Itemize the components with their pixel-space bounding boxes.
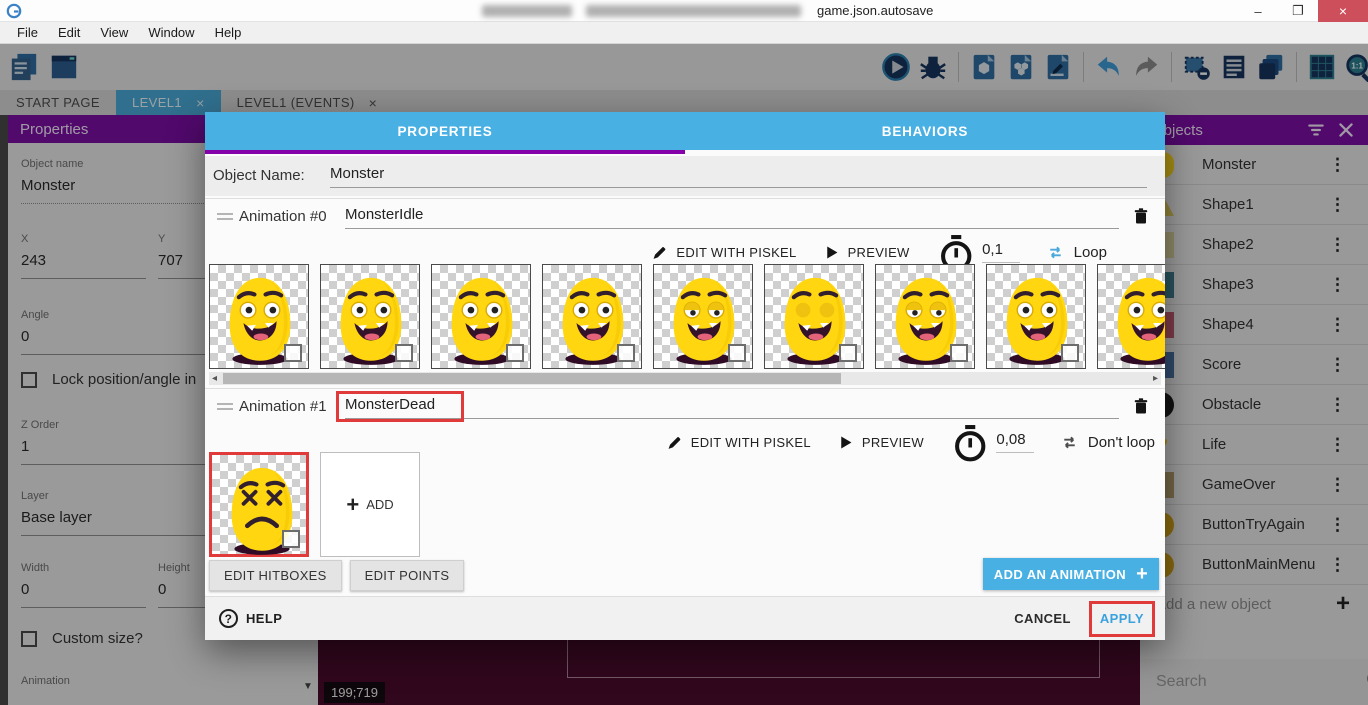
loop-toggle[interactable]: Don't loop xyxy=(1060,433,1155,452)
menu-edit[interactable]: Edit xyxy=(49,23,89,42)
animation-frame-open[interactable] xyxy=(986,264,1086,369)
plus-icon: + xyxy=(346,496,359,514)
tab-behaviors[interactable]: BEHAVIORS xyxy=(685,112,1165,150)
play-triangle-icon xyxy=(823,244,840,261)
object-editor-dialog: PROPERTIES BEHAVIORS Object Name: Monste… xyxy=(205,112,1165,640)
frame-corner-box xyxy=(728,344,746,362)
help-button[interactable]: ? HELP xyxy=(219,609,282,628)
loop-toggle[interactable]: Loop xyxy=(1046,243,1107,262)
window-title-text: game.json.autosave xyxy=(817,3,933,18)
frame-corner-box xyxy=(617,344,635,362)
preview-button[interactable]: PREVIEW xyxy=(837,434,924,451)
gdevelop-logo-icon xyxy=(6,3,22,19)
dialog-tab-bar: PROPERTIES BEHAVIORS xyxy=(205,112,1165,150)
restore-button[interactable]: ❐ xyxy=(1278,0,1318,22)
window-title: game.json.autosave xyxy=(482,3,933,18)
object-name-row: Object Name: Monster xyxy=(205,156,1165,196)
animation-frame-open[interactable] xyxy=(320,264,420,369)
redacted-title-segment xyxy=(586,5,801,17)
delete-animation-0-icon[interactable] xyxy=(1131,206,1151,228)
active-tab-underline xyxy=(205,150,685,154)
edit-hitboxes-button[interactable]: EDIT HITBOXES xyxy=(209,560,342,591)
animation-frame-open[interactable] xyxy=(209,264,309,369)
animation-frame-half[interactable] xyxy=(653,264,753,369)
dialog-object-name-label: Object Name: xyxy=(213,167,305,184)
menu-window[interactable]: Window xyxy=(139,23,203,42)
animation-frame-closed[interactable] xyxy=(764,264,864,369)
delete-animation-1-icon[interactable] xyxy=(1131,396,1151,418)
menu-bar: FileEditViewWindowHelp xyxy=(0,22,1368,44)
question-mark-icon: ? xyxy=(219,609,238,628)
frame-corner-box xyxy=(950,344,968,362)
gdevelop-window: game.json.autosave – ❐ × FileEditViewWin… xyxy=(0,0,1368,705)
scroll-left-arrow-icon[interactable]: ◂ xyxy=(212,372,217,385)
edit-with-piskel-button[interactable]: EDIT WITH PISKEL xyxy=(651,244,796,261)
frame-corner-box xyxy=(282,530,300,548)
apply-button[interactable]: APPLY xyxy=(1100,611,1144,626)
animation-0-frames-strip xyxy=(209,264,1165,371)
frame-corner-box xyxy=(395,344,413,362)
loop-icon xyxy=(1046,243,1065,262)
close-button[interactable]: × xyxy=(1318,0,1368,22)
title-bar: game.json.autosave – ❐ × xyxy=(0,0,1368,22)
scrollbar-thumb[interactable] xyxy=(223,373,841,384)
cancel-button[interactable]: CANCEL xyxy=(1004,603,1081,634)
frame-corner-box xyxy=(839,344,857,362)
frame-corner-box xyxy=(506,344,524,362)
animation-frame-open[interactable] xyxy=(431,264,531,369)
tab-properties[interactable]: PROPERTIES xyxy=(205,112,685,150)
play-triangle-icon xyxy=(837,434,854,451)
animation-1-frames-strip: + ADD xyxy=(209,452,1165,559)
animation-1-header-row: Animation #1 MonsterDead xyxy=(205,388,1165,424)
animation-frame-dead[interactable] xyxy=(209,452,309,557)
annotation-box-apply: APPLY xyxy=(1089,601,1155,637)
drag-handle-icon[interactable] xyxy=(217,403,233,413)
animation-frame-half[interactable] xyxy=(875,264,975,369)
animation-1-title: Animation #1 xyxy=(239,398,327,415)
loop-icon xyxy=(1060,433,1079,452)
frames-horizontal-scrollbar[interactable]: ◂ ▸ xyxy=(209,372,1161,385)
dialog-object-name-input[interactable]: Monster xyxy=(330,162,1147,188)
edit-points-button[interactable]: EDIT POINTS xyxy=(350,560,465,591)
menu-view[interactable]: View xyxy=(91,23,137,42)
add-an-animation-button[interactable]: ADD AN ANIMATION + xyxy=(983,558,1159,590)
animation-frame-open[interactable] xyxy=(1097,264,1165,369)
redacted-title-segment xyxy=(482,5,572,17)
preview-button[interactable]: PREVIEW xyxy=(823,244,910,261)
animation-0-header-row: Animation #0 MonsterIdle xyxy=(205,198,1165,234)
add-frame-button[interactable]: + ADD xyxy=(320,452,420,557)
minimize-button[interactable]: – xyxy=(1238,0,1278,22)
animation-0-name-input[interactable]: MonsterIdle xyxy=(345,203,1119,229)
animation-1-name-input[interactable]: MonsterDead xyxy=(345,393,1119,419)
menu-help[interactable]: Help xyxy=(206,23,251,42)
pencil-icon xyxy=(651,244,668,261)
animation-0-title: Animation #0 xyxy=(239,208,327,225)
plus-icon: + xyxy=(1136,563,1148,586)
dialog-footer: ? HELP CANCEL APPLY xyxy=(205,596,1165,640)
scroll-right-arrow-icon[interactable]: ▸ xyxy=(1153,372,1158,385)
edit-with-piskel-button[interactable]: EDIT WITH PISKEL xyxy=(666,434,811,451)
animation-frame-open[interactable] xyxy=(542,264,642,369)
pencil-icon xyxy=(666,434,683,451)
frame-corner-box xyxy=(284,344,302,362)
frame-corner-box xyxy=(1061,344,1079,362)
drag-handle-icon[interactable] xyxy=(217,213,233,223)
menu-file[interactable]: File xyxy=(8,23,47,42)
